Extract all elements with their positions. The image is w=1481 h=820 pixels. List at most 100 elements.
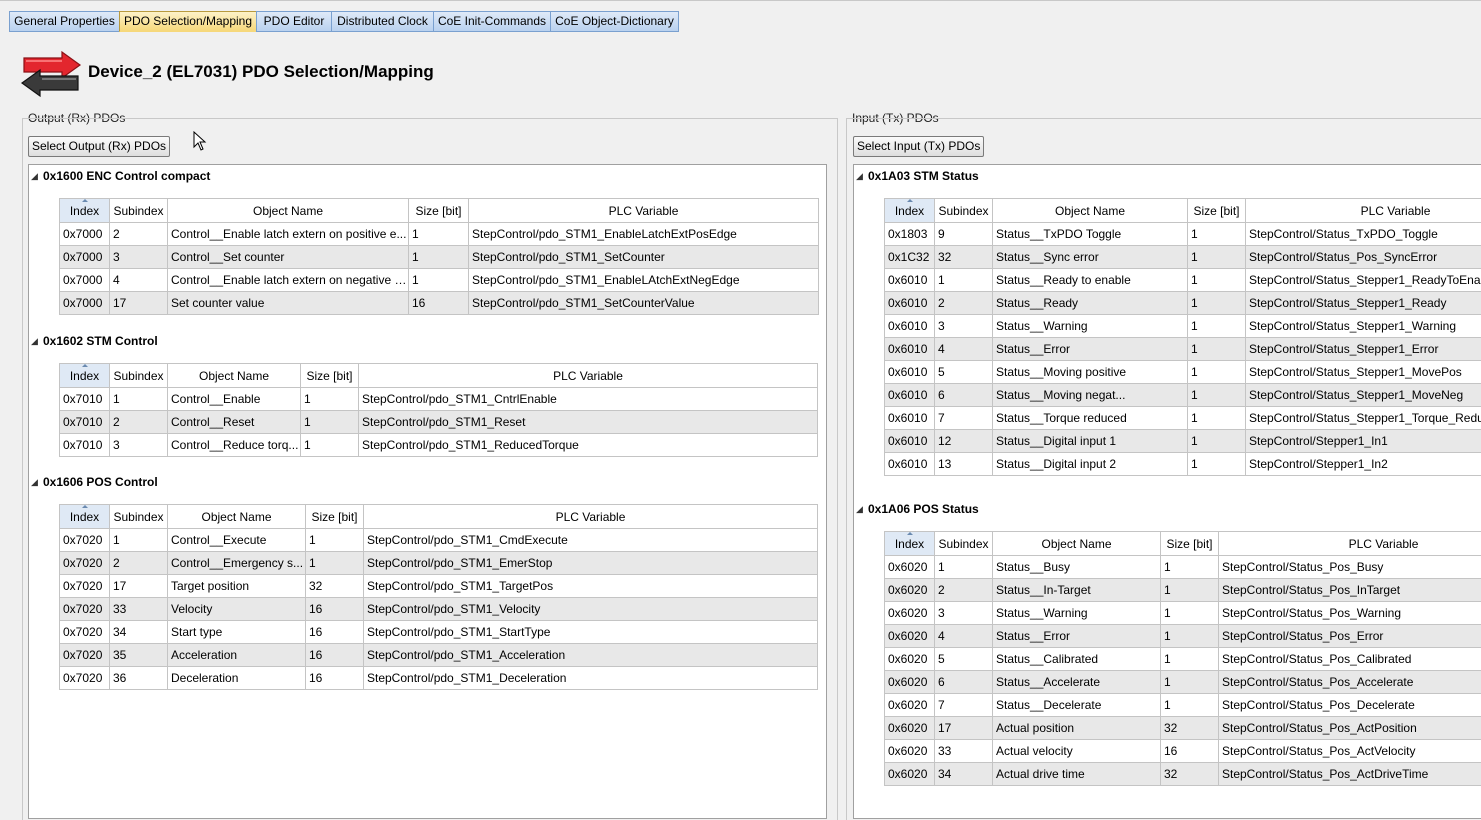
table-row[interactable]: 0x18039Status__TxPDO Toggle1StepControl/… [885,223,1481,246]
cell-index: 0x1C32 [885,246,935,269]
column-header-object-name[interactable]: Object Name [168,505,306,529]
collapse-triangle-icon[interactable]: ◢ [31,477,43,488]
column-header-plc-variable[interactable]: PLC Variable [1219,532,1481,556]
cell-index: 0x6020 [885,648,935,671]
pdo-section-0x1a03-stm-status[interactable]: ◢0x1A03 STM Status [856,169,979,187]
cell-subindex: 1 [110,529,168,552]
table-row[interactable]: 0x70101Control__Enable1StepControl/pdo_S… [60,388,818,411]
column-header-subindex[interactable]: Subindex [110,199,168,223]
column-header-index[interactable]: Index [60,505,110,529]
column-header-index[interactable]: Index [885,532,935,556]
table-row[interactable]: 0x60206Status__Accelerate1StepControl/St… [885,671,1481,694]
table-row[interactable]: 0x70002Control__Enable latch extern on p… [60,223,819,246]
tab-coe-object-dictionary[interactable]: CoE Object-Dictionary [550,11,679,32]
tab-distributed-clock[interactable]: Distributed Clock [331,11,434,32]
cell-index: 0x7020 [60,575,110,598]
tab-pdo-editor[interactable]: PDO Editor [256,11,332,32]
cell-object-name: Status__Error [993,338,1188,361]
cell-size-bit: 1 [1188,338,1246,361]
table-row[interactable]: 0x60107Status__Torque reduced1StepContro… [885,407,1481,430]
select-input-pdos-button[interactable]: Select Input (Tx) PDOs [853,136,984,157]
tab-general-properties[interactable]: General Properties [9,11,120,32]
table-row[interactable]: 0x70003Control__Set counter1StepControl/… [60,246,819,269]
pdo-mapping-table: IndexSubindexObject NameSize [bit]PLC Va… [59,363,818,457]
table-row[interactable]: 0x60106Status__Moving negat...1StepContr… [885,384,1481,407]
table-row[interactable]: 0x70103Control__Reduce torq...1StepContr… [60,434,818,457]
table-row[interactable]: 0x70102Control__Reset1StepControl/pdo_ST… [60,411,818,434]
table-row[interactable]: 0x60203Status__Warning1StepControl/Statu… [885,602,1481,625]
cell-object-name: Control__Execute [168,529,306,552]
column-header-object-name[interactable]: Object Name [993,532,1161,556]
table-row[interactable]: 0x1C3232Status__Sync error1StepControl/S… [885,246,1481,269]
table-row[interactable]: 0x702036Deceleration16StepControl/pdo_ST… [60,667,818,690]
column-header-index[interactable]: Index [885,199,935,223]
table-row[interactable]: 0x602017Actual position32StepControl/Sta… [885,717,1481,740]
table-row[interactable]: 0x60207Status__Decelerate1StepControl/St… [885,694,1481,717]
table-row[interactable]: 0x601013Status__Digital input 21StepCont… [885,453,1481,476]
table-row[interactable]: 0x70004Control__Enable latch extern on n… [60,269,819,292]
cell-plc-variable: StepControl/pdo_STM1_SetCounterValue [469,292,819,315]
cell-object-name: Control__Reset [168,411,301,434]
column-header-size-bit[interactable]: Size [bit] [301,364,359,388]
cell-subindex: 17 [110,575,168,598]
table-row[interactable]: 0x60204Status__Error1StepControl/Status_… [885,625,1481,648]
pdo-section-0x1602-stm-control[interactable]: ◢0x1602 STM Control [31,334,158,352]
table-row[interactable]: 0x702033Velocity16StepControl/pdo_STM1_V… [60,598,818,621]
table-row[interactable]: 0x602034Actual drive time32StepControl/S… [885,763,1481,786]
column-header-plc-variable[interactable]: PLC Variable [469,199,819,223]
table-header-row: IndexSubindexObject NameSize [bit]PLC Va… [60,364,818,388]
column-header-index[interactable]: Index [60,199,110,223]
column-header-plc-variable[interactable]: PLC Variable [1246,199,1481,223]
cell-size-bit: 1 [1188,407,1246,430]
cell-object-name: Status__Moving negat... [993,384,1188,407]
column-header-size-bit[interactable]: Size [bit] [306,505,364,529]
collapse-triangle-icon[interactable]: ◢ [856,504,868,515]
table-row[interactable]: 0x60105Status__Moving positive1StepContr… [885,361,1481,384]
cell-subindex: 6 [935,384,993,407]
column-header-object-name[interactable]: Object Name [993,199,1188,223]
table-row[interactable]: 0x60104Status__Error1StepControl/Status_… [885,338,1481,361]
cell-size-bit: 1 [1161,602,1219,625]
table-row[interactable]: 0x702017Target position32StepControl/pdo… [60,575,818,598]
cell-index: 0x6020 [885,602,935,625]
column-header-size-bit[interactable]: Size [bit] [409,199,469,223]
column-header-subindex[interactable]: Subindex [110,364,168,388]
column-header-index[interactable]: Index [60,364,110,388]
table-row[interactable]: 0x602033Actual velocity16StepControl/Sta… [885,740,1481,763]
cell-index: 0x6020 [885,694,935,717]
collapse-triangle-icon[interactable]: ◢ [31,336,43,347]
column-header-plc-variable[interactable]: PLC Variable [359,364,818,388]
table-row[interactable]: 0x700017Set counter value16StepControl/p… [60,292,819,315]
tab-pdo-selection-mapping[interactable]: PDO Selection/Mapping [119,11,257,32]
collapse-triangle-icon[interactable]: ◢ [856,171,868,182]
column-header-subindex[interactable]: Subindex [935,199,993,223]
table-row[interactable]: 0x60103Status__Warning1StepControl/Statu… [885,315,1481,338]
table-row[interactable]: 0x60205Status__Calibrated1StepControl/St… [885,648,1481,671]
pdo-section-0x1600-enc-control-compact[interactable]: ◢0x1600 ENC Control compact [31,169,210,187]
column-header-size-bit[interactable]: Size [bit] [1188,199,1246,223]
tab-coe-init-commands[interactable]: CoE Init-Commands [433,11,551,32]
pdo-section-0x1a06-pos-status[interactable]: ◢0x1A06 POS Status [856,502,979,520]
table-row[interactable]: 0x60101Status__Ready to enable1StepContr… [885,269,1481,292]
table-row[interactable]: 0x702035Acceleration16StepControl/pdo_ST… [60,644,818,667]
table-row[interactable]: 0x60102Status__Ready1StepControl/Status_… [885,292,1481,315]
table-row[interactable]: 0x702034Start type16StepControl/pdo_STM1… [60,621,818,644]
column-header-size-bit[interactable]: Size [bit] [1161,532,1219,556]
table-row[interactable]: 0x70201Control__Execute1StepControl/pdo_… [60,529,818,552]
column-header-plc-variable[interactable]: PLC Variable [364,505,818,529]
table-row[interactable]: 0x60202Status__In-Target1StepControl/Sta… [885,579,1481,602]
column-header-object-name[interactable]: Object Name [168,199,409,223]
table-row[interactable]: 0x60201Status__Busy1StepControl/Status_P… [885,556,1481,579]
cell-object-name: Status__Digital input 1 [993,430,1188,453]
table-row[interactable]: 0x601012Status__Digital input 11StepCont… [885,430,1481,453]
collapse-triangle-icon[interactable]: ◢ [31,171,43,182]
column-header-object-name[interactable]: Object Name [168,364,301,388]
pdo-section-0x1606-pos-control[interactable]: ◢0x1606 POS Control [31,475,158,493]
select-output-pdos-button[interactable]: Select Output (Rx) PDOs [28,136,170,157]
cell-index: 0x6010 [885,338,935,361]
table-row[interactable]: 0x70202Control__Emergency s...1StepContr… [60,552,818,575]
column-header-subindex[interactable]: Subindex [110,505,168,529]
cell-subindex: 33 [935,740,993,763]
table-header-row: IndexSubindexObject NameSize [bit]PLC Va… [60,199,819,223]
column-header-subindex[interactable]: Subindex [935,532,993,556]
